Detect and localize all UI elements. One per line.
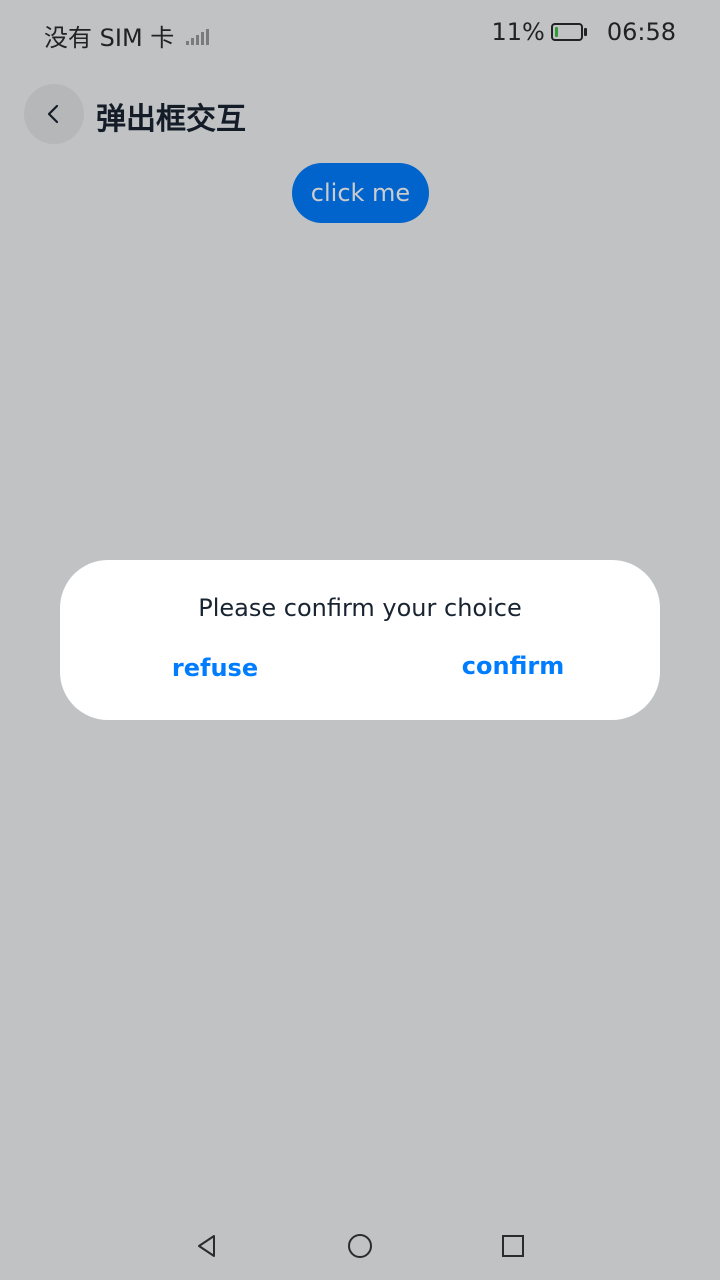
navigation-bar bbox=[0, 1208, 720, 1280]
square-recent-icon bbox=[502, 1235, 524, 1257]
triangle-back-icon bbox=[198, 1235, 215, 1257]
screen: 没有 SIM 卡 11% 06:58 弹出框交互 click me Please… bbox=[0, 0, 720, 1280]
confirm-button[interactable]: confirm bbox=[450, 646, 576, 686]
nav-back-button[interactable] bbox=[189, 1228, 225, 1264]
nav-recent-button[interactable] bbox=[495, 1228, 531, 1264]
circle-home-icon bbox=[348, 1234, 372, 1258]
nav-home-button[interactable] bbox=[342, 1228, 378, 1264]
confirm-dialog: Please confirm your choice refuse confir… bbox=[60, 560, 660, 720]
refuse-button[interactable]: refuse bbox=[152, 648, 278, 688]
dialog-message: Please confirm your choice bbox=[198, 594, 522, 622]
